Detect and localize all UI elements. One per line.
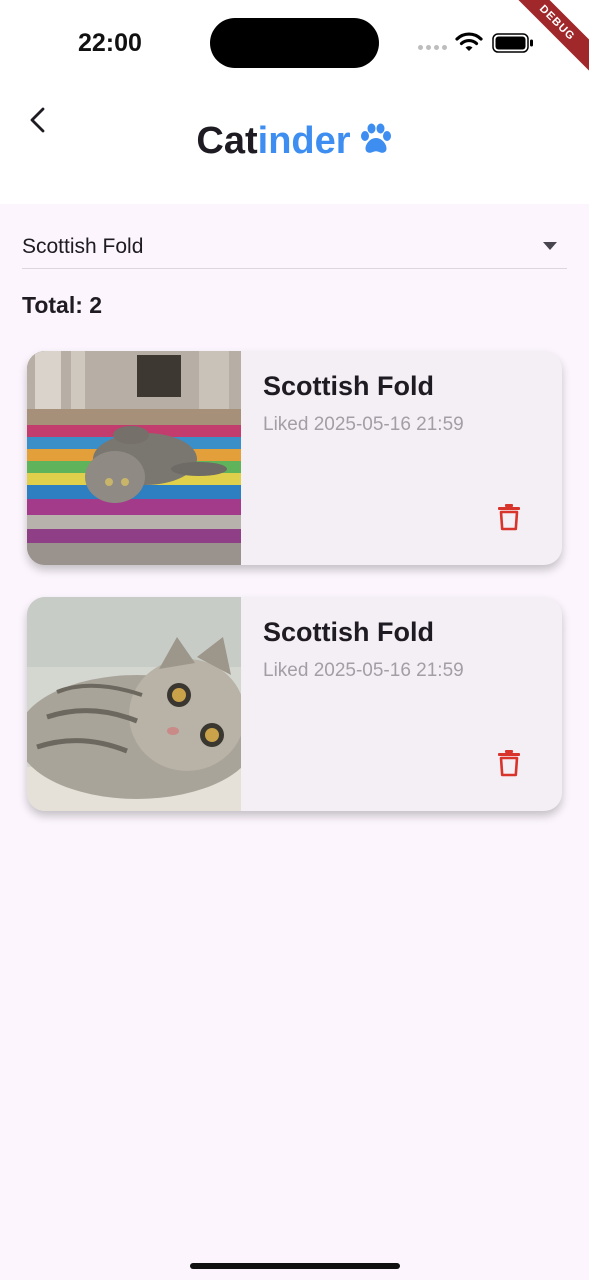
wifi-icon [455,32,483,51]
status-bar: 22:00 DEBUG [0,0,589,88]
dropdown-selected-value: Scottish Fold [22,235,144,258]
home-indicator[interactable] [190,1263,400,1269]
dropdown-arrow-icon [543,242,557,250]
dynamic-island [210,18,379,68]
liked-cat-card: Scottish Fold Liked 2025-05-16 21:59 [27,597,562,811]
cat-photo [27,597,241,811]
total-count: Total: 2 [22,292,103,318]
app-bar: Catinder [0,88,589,204]
cat-photo [27,351,241,565]
liked-cat-card: Scottish Fold Liked 2025-05-16 21:59 [27,351,562,565]
card-liked-date: Liked 2025-05-16 21:59 [263,414,464,435]
status-time: 22:00 [78,29,142,57]
card-breed-title: Scottish Fold [263,371,434,401]
title-prefix: Cat [196,120,258,162]
paw-icon [360,123,391,153]
trash-icon[interactable] [497,503,521,531]
breed-dropdown[interactable]: Scottish Fold [22,228,567,269]
cellular-signal-icon [418,45,447,50]
app-title: Catinder [0,120,589,163]
card-breed-title: Scottish Fold [263,617,434,647]
card-liked-date: Liked 2025-05-16 21:59 [263,660,464,681]
title-accent: inder [257,120,351,162]
trash-icon[interactable] [497,749,521,777]
battery-icon [492,33,533,53]
